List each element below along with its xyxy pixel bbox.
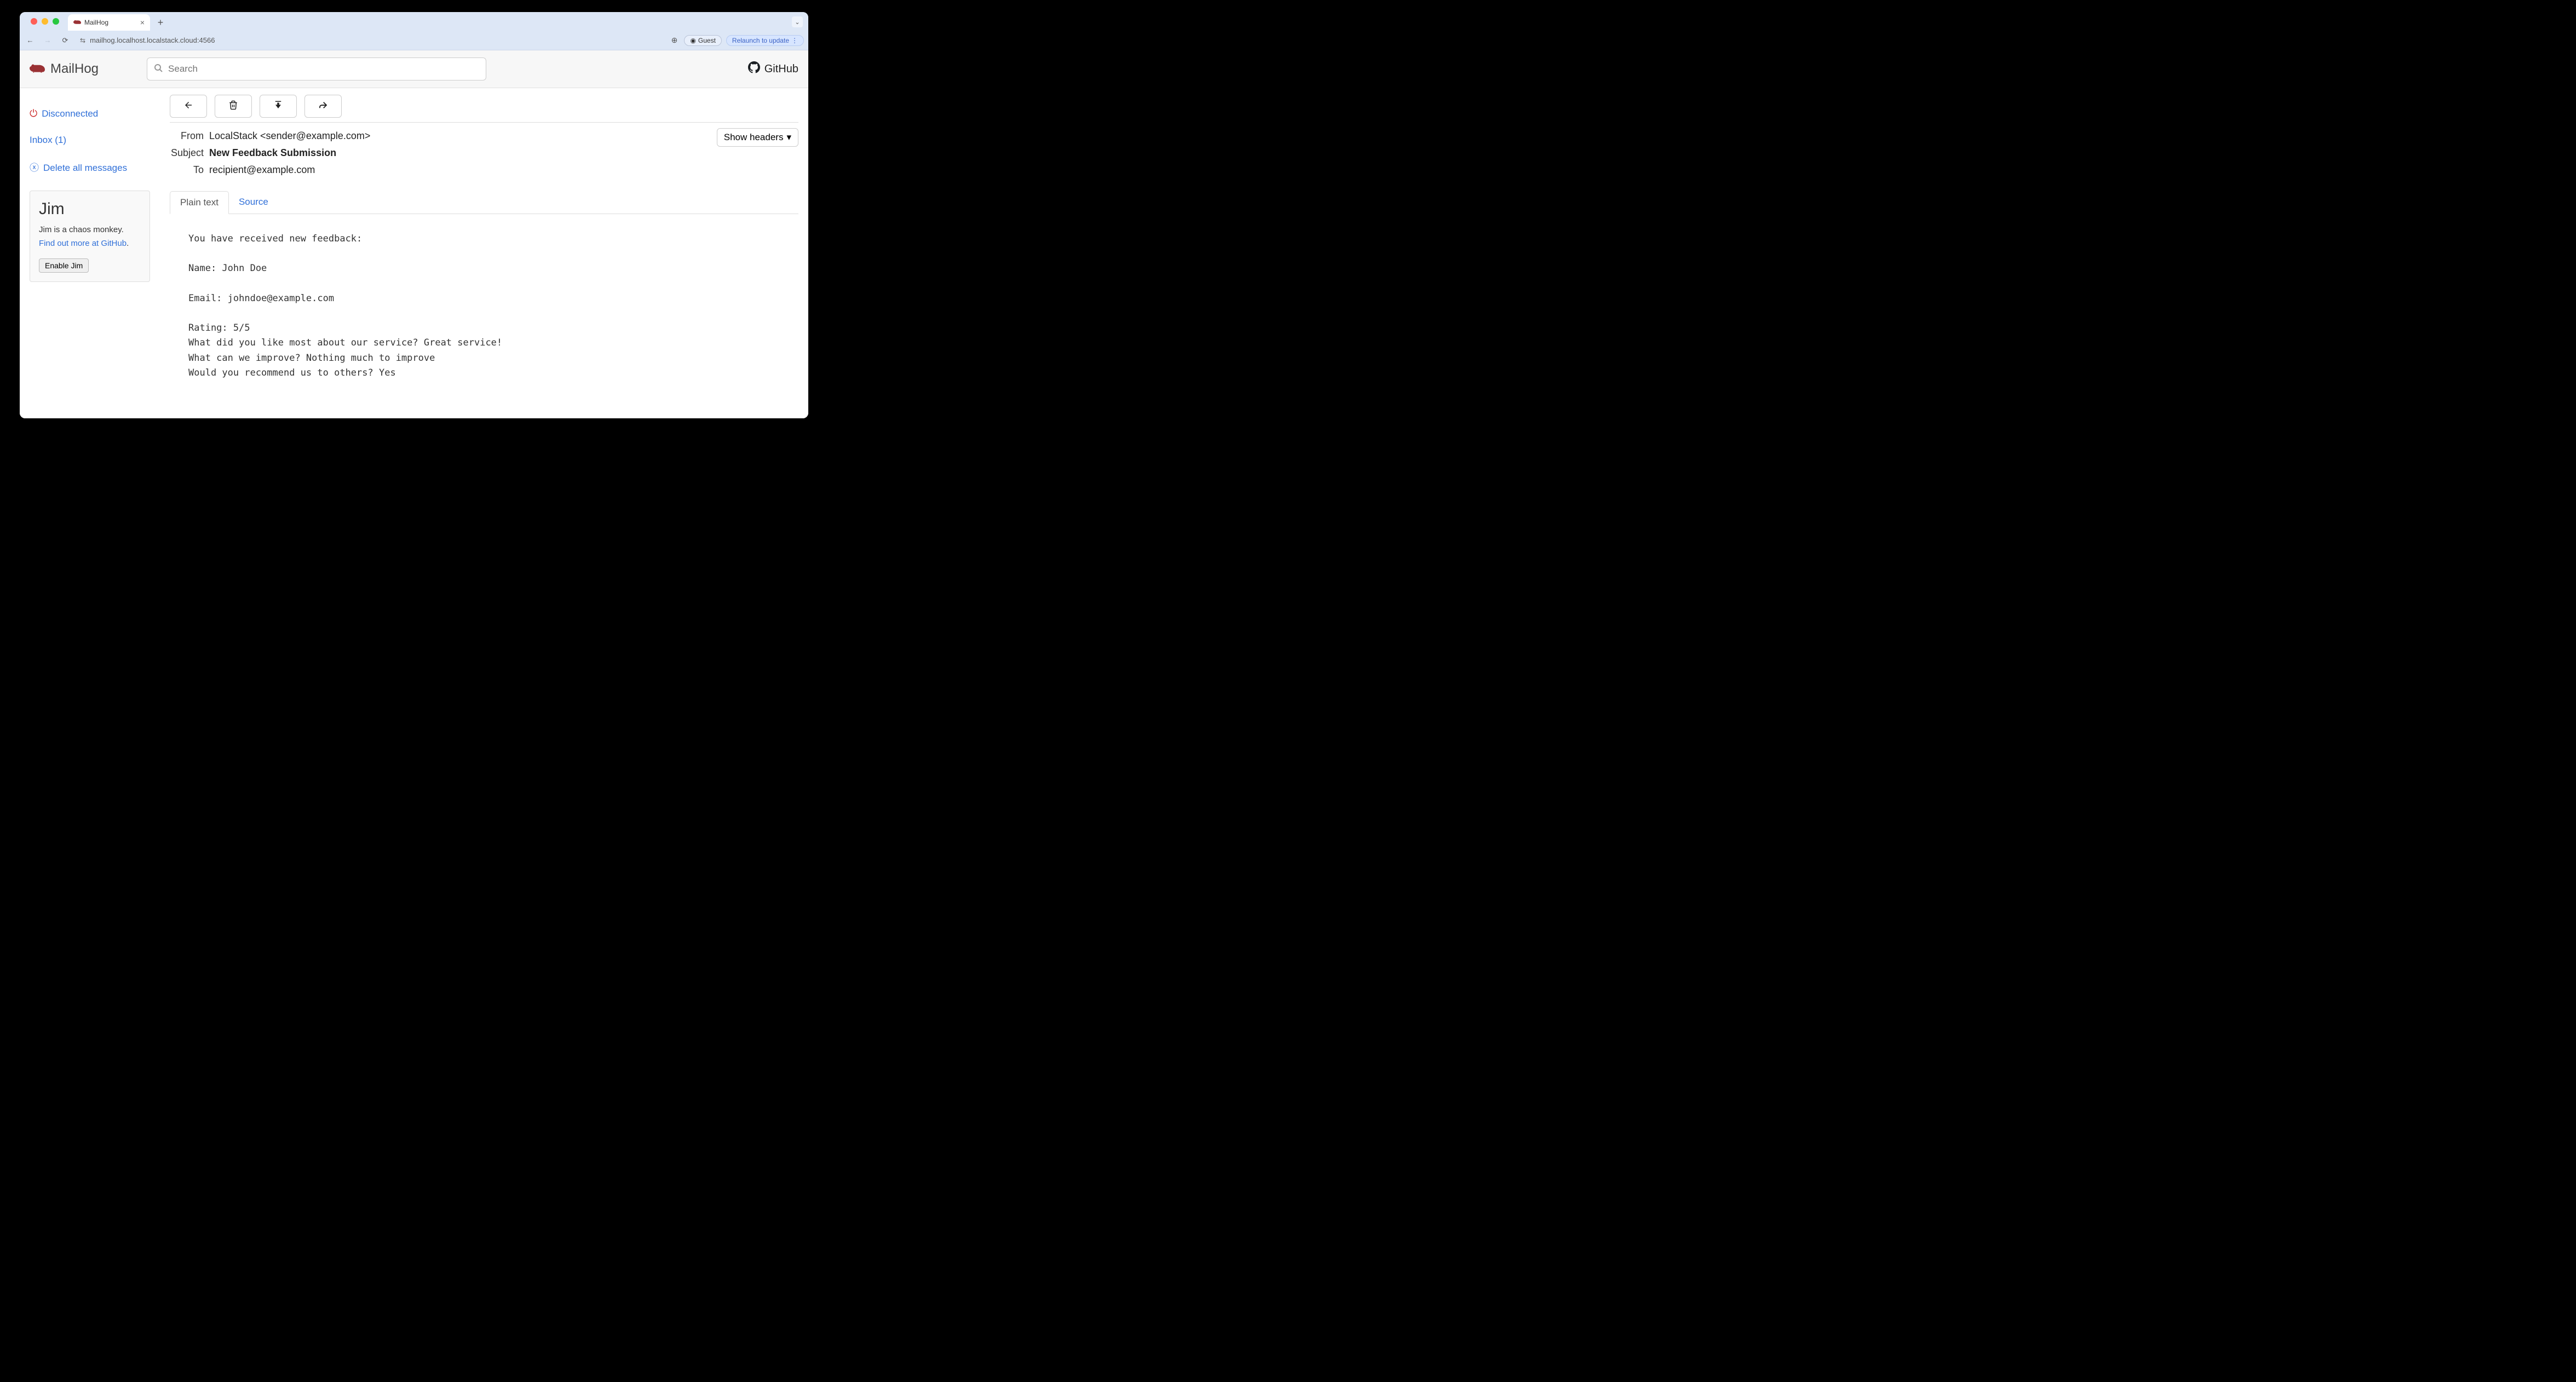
guest-label: Guest: [698, 37, 716, 44]
search-field[interactable]: [147, 57, 486, 80]
relaunch-label: Relaunch to update: [732, 37, 789, 44]
download-icon: [273, 100, 283, 113]
tab-strip: MailHog × + ⌄: [20, 12, 808, 31]
maximize-window-button[interactable]: [53, 18, 59, 25]
search-input[interactable]: [168, 64, 479, 74]
sidebar: ⏻ Disconnected Inbox (1) ⓧ Delete all me…: [20, 88, 160, 418]
divider: [170, 122, 798, 123]
jim-desc: Jim is a chaos monkey.: [39, 224, 141, 236]
show-headers-button[interactable]: Show headers ▾: [717, 128, 798, 147]
tab-plain-text[interactable]: Plain text: [170, 191, 229, 214]
to-value: recipient@example.com: [209, 164, 798, 176]
delete-button[interactable]: [215, 95, 252, 118]
power-icon: ⏻: [30, 108, 37, 119]
site-info-icon[interactable]: ⇆: [80, 37, 85, 44]
close-window-button[interactable]: [31, 18, 37, 25]
subject-label: Subject: [170, 147, 209, 159]
download-button[interactable]: [260, 95, 297, 118]
app-body: ⏻ Disconnected Inbox (1) ⓧ Delete all me…: [20, 88, 808, 418]
connection-status[interactable]: ⏻ Disconnected: [30, 108, 150, 119]
share-icon: [318, 100, 328, 113]
release-button[interactable]: [304, 95, 342, 118]
message-pane: Show headers ▾ From LocalStack <sender@e…: [160, 88, 808, 418]
github-link[interactable]: GitHub: [748, 61, 798, 77]
enable-jim-button[interactable]: Enable Jim: [39, 258, 89, 273]
brand[interactable]: MailHog: [30, 61, 99, 77]
arrow-left-icon: [183, 100, 193, 113]
search-icon: [154, 64, 163, 75]
pig-icon: [73, 19, 81, 26]
pig-icon: [30, 61, 45, 77]
tab-title: MailHog: [84, 19, 108, 26]
minimize-window-button[interactable]: [42, 18, 48, 25]
jim-panel: Jim Jim is a chaos monkey. Find out more…: [30, 191, 150, 283]
message-toolbar: [170, 95, 798, 118]
zoom-icon[interactable]: ⊕: [669, 36, 680, 45]
relaunch-button[interactable]: Relaunch to update ⋮: [726, 35, 804, 46]
back-icon[interactable]: ←: [24, 36, 36, 44]
jim-link-suffix: .: [127, 239, 129, 248]
address-bar: ← → ⟳ ⇆ mailhog.localhost.localstack.clo…: [20, 31, 808, 50]
github-icon: [748, 61, 760, 77]
subject-value: New Feedback Submission: [209, 147, 798, 159]
more-icon: ⋮: [791, 37, 798, 44]
url-text: mailhog.localhost.localstack.cloud:4566: [90, 36, 215, 44]
jim-link-line: Find out more at GitHub.: [39, 238, 141, 250]
to-label: To: [170, 164, 209, 176]
github-label: GitHub: [764, 63, 798, 76]
message-headers: Show headers ▾ From LocalStack <sender@e…: [170, 130, 798, 176]
from-label: From: [170, 130, 209, 142]
reload-icon[interactable]: ⟳: [59, 36, 71, 45]
back-button[interactable]: [170, 95, 207, 118]
person-icon: ◉: [690, 37, 695, 44]
x-circle-icon: ⓧ: [30, 161, 39, 175]
guest-profile-button[interactable]: ◉ Guest: [684, 35, 722, 46]
tab-source[interactable]: Source: [229, 191, 278, 214]
inbox-label: Inbox (1): [30, 135, 66, 146]
message-body: You have received new feedback: Name: Jo…: [170, 214, 798, 381]
jim-github-link[interactable]: Find out more at GitHub: [39, 239, 127, 248]
toolbar-right: ⊕ ◉ Guest Relaunch to update ⋮: [669, 35, 804, 46]
status-label: Disconnected: [42, 108, 98, 119]
delete-all-link[interactable]: ⓧ Delete all messages: [30, 161, 150, 175]
inbox-link[interactable]: Inbox (1): [30, 135, 150, 146]
jim-title: Jim: [39, 200, 141, 218]
app-header: MailHog GitHub: [20, 50, 808, 88]
browser-window: MailHog × + ⌄ ← → ⟳ ⇆ mailhog.localhost.…: [20, 12, 808, 418]
new-tab-button[interactable]: +: [153, 15, 168, 30]
browser-tab[interactable]: MailHog ×: [68, 14, 150, 31]
brand-text: MailHog: [50, 61, 99, 77]
trash-icon: [228, 100, 238, 113]
delete-all-label: Delete all messages: [43, 161, 127, 175]
from-value: LocalStack <sender@example.com>: [209, 130, 798, 142]
body-tabs: Plain text Source: [170, 191, 798, 214]
forward-icon[interactable]: →: [42, 36, 54, 44]
close-tab-icon[interactable]: ×: [140, 18, 145, 27]
tabs-dropdown-icon[interactable]: ⌄: [792, 16, 803, 27]
show-headers-label: Show headers: [724, 132, 784, 143]
chevron-down-icon: ▾: [786, 132, 791, 143]
url-field[interactable]: ⇆ mailhog.localhost.localstack.cloud:456…: [77, 33, 664, 48]
window-controls: [25, 12, 65, 31]
